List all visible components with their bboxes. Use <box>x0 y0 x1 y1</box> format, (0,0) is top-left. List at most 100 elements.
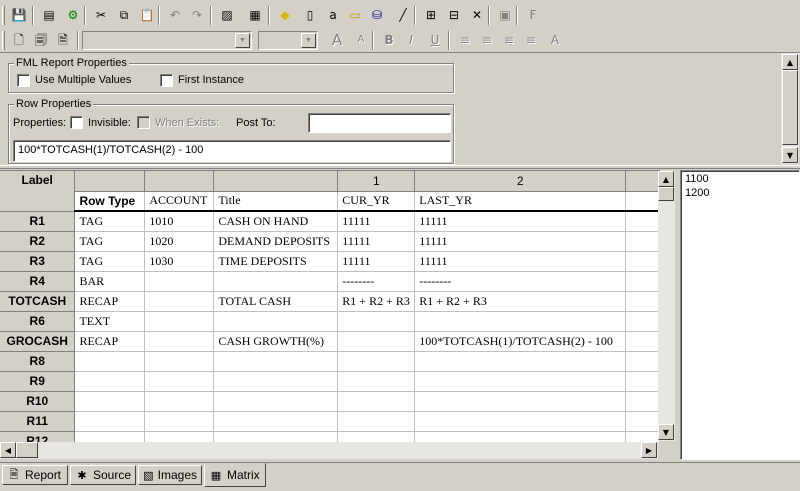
grid-cell[interactable] <box>414 311 627 332</box>
grid-cell[interactable]: 11111 <box>337 231 416 252</box>
column-number-header[interactable] <box>144 171 215 192</box>
grid-cell[interactable] <box>625 291 660 312</box>
grid-cell[interactable] <box>337 331 416 352</box>
grid-cell[interactable]: TAG <box>74 211 146 232</box>
scroll-thumb[interactable] <box>658 187 674 201</box>
column-header-cell[interactable]: CUR_YR <box>337 191 416 212</box>
text-color-button[interactable]: A <box>544 30 566 50</box>
font-size-combo[interactable]: ▼ <box>258 31 318 50</box>
grid-cell[interactable] <box>144 351 215 372</box>
grid-cell[interactable] <box>414 411 627 432</box>
grid-cell[interactable]: RECAP <box>74 291 146 312</box>
grid-horizontal-scrollbar[interactable]: ◀ ▶ <box>0 442 658 459</box>
new-document-button[interactable]: 🗋 <box>8 30 30 50</box>
grid-cell[interactable] <box>74 351 146 372</box>
grid-cell[interactable]: CASH ON HAND <box>213 211 339 232</box>
tools-button[interactable]: ⚙ <box>62 5 84 25</box>
grid-cell[interactable] <box>74 391 146 412</box>
grid-cell[interactable] <box>414 351 627 372</box>
row-label[interactable]: R4 <box>0 271 76 292</box>
scroll-right-icon[interactable]: ▶ <box>641 442 657 458</box>
row-label[interactable]: R1 <box>0 211 76 232</box>
scroll-down-icon[interactable]: ▼ <box>782 147 798 163</box>
label-button[interactable]: ▭ <box>344 5 366 25</box>
row-label[interactable]: R6 <box>0 311 76 332</box>
grid-cell[interactable] <box>625 391 660 412</box>
grid-cell[interactable]: 11111 <box>337 211 416 232</box>
underline-button[interactable]: U <box>424 30 446 50</box>
format-painter-button[interactable]: ▨ <box>216 5 238 25</box>
insert-column-button[interactable]: ⊟ <box>443 5 465 25</box>
grid-cell[interactable] <box>213 431 339 442</box>
row-label[interactable]: R8 <box>0 351 76 372</box>
grid-cell[interactable]: R1 + R2 + R3 <box>414 291 627 312</box>
grid-cell[interactable] <box>337 391 416 412</box>
grid-cell[interactable]: TAG <box>74 251 146 272</box>
grid-cell[interactable] <box>213 411 339 432</box>
tab-images[interactable]: ▧ Images <box>138 465 202 485</box>
column-header-cell[interactable]: ACCOUNT <box>144 191 215 212</box>
grid-cell[interactable] <box>144 411 215 432</box>
grid-cell[interactable]: 11111 <box>337 251 416 272</box>
properties-button[interactable]: ▤ <box>38 5 60 25</box>
grid-cell[interactable]: 1030 <box>144 251 215 272</box>
grid-cell[interactable] <box>144 311 215 332</box>
grid-cell[interactable] <box>74 411 146 432</box>
column-number-header[interactable]: 2 <box>414 171 627 192</box>
column-header-cell[interactable]: Row Type <box>74 191 146 212</box>
grid-cell[interactable] <box>414 391 627 412</box>
report-settings-button[interactable]: ▦ <box>244 5 266 25</box>
row-label[interactable]: R11 <box>0 411 76 432</box>
tab-matrix[interactable]: ▦ Matrix <box>204 463 266 487</box>
row-label[interactable]: TOTCASH <box>0 291 76 312</box>
grid-cell[interactable] <box>213 271 339 292</box>
grid-cell[interactable] <box>337 351 416 372</box>
cut-button[interactable]: ✂ <box>90 5 112 25</box>
scroll-thumb[interactable] <box>782 70 798 145</box>
row-label[interactable]: R2 <box>0 231 76 252</box>
grid-cell[interactable]: TEXT <box>74 311 146 332</box>
row-label[interactable]: R3 <box>0 251 76 272</box>
toolbar-grip[interactable] <box>2 6 5 25</box>
list-item[interactable]: 1200 <box>685 187 795 201</box>
align-right-button[interactable]: ≡ <box>498 30 520 50</box>
grid-vertical-scrollbar[interactable]: ▲ ▼ <box>658 171 675 441</box>
grid-cell[interactable] <box>337 431 416 442</box>
scroll-up-icon[interactable]: ▲ <box>782 54 798 70</box>
column-header-cell[interactable] <box>625 191 660 212</box>
grid-cell[interactable] <box>625 331 660 352</box>
column-number-header[interactable] <box>74 171 146 192</box>
account-values-list[interactable]: 1100 1200 <box>680 170 800 460</box>
splitter[interactable] <box>0 165 800 169</box>
bold-button[interactable]: B <box>378 30 400 50</box>
grid-cell[interactable]: CASH GROWTH(%) <box>213 331 339 352</box>
grid-cell[interactable]: 11111 <box>414 211 627 232</box>
font-name-combo[interactable]: ▼ <box>82 31 252 50</box>
grid-cell[interactable] <box>74 431 146 442</box>
justify-button[interactable]: ≡ <box>520 30 542 50</box>
row-label[interactable]: R9 <box>0 371 76 392</box>
grid-cell[interactable] <box>144 391 215 412</box>
grid-cell[interactable] <box>625 431 660 442</box>
grid-cell[interactable] <box>625 311 660 332</box>
grid-cell[interactable]: BAR <box>74 271 146 292</box>
scroll-thumb[interactable] <box>16 442 38 458</box>
grid-cell[interactable]: R1 + R2 + R3 <box>337 291 416 312</box>
properties-scrollbar[interactable]: ▲ ▼ <box>781 53 799 164</box>
grid-cell[interactable]: TIME DEPOSITS <box>213 251 339 272</box>
align-left-button[interactable]: ≡ <box>454 30 476 50</box>
invisible-checkbox[interactable] <box>70 116 83 129</box>
row-label[interactable]: GROCASH <box>0 331 76 352</box>
grid-cell[interactable] <box>213 391 339 412</box>
grid-cell[interactable]: TOTAL CASH <box>213 291 339 312</box>
first-instance-checkbox[interactable] <box>160 74 173 87</box>
italic-button[interactable]: I <box>400 30 422 50</box>
row-label[interactable]: R10 <box>0 391 76 412</box>
grid-cell[interactable] <box>625 371 660 392</box>
align-center-button[interactable]: ≡ <box>476 30 498 50</box>
grid-cell[interactable] <box>337 311 416 332</box>
column-number-header[interactable]: 1 <box>337 171 416 192</box>
text-field-button[interactable]: a <box>322 5 344 25</box>
column-number-header[interactable] <box>625 171 660 192</box>
grid-cell[interactable] <box>625 351 660 372</box>
